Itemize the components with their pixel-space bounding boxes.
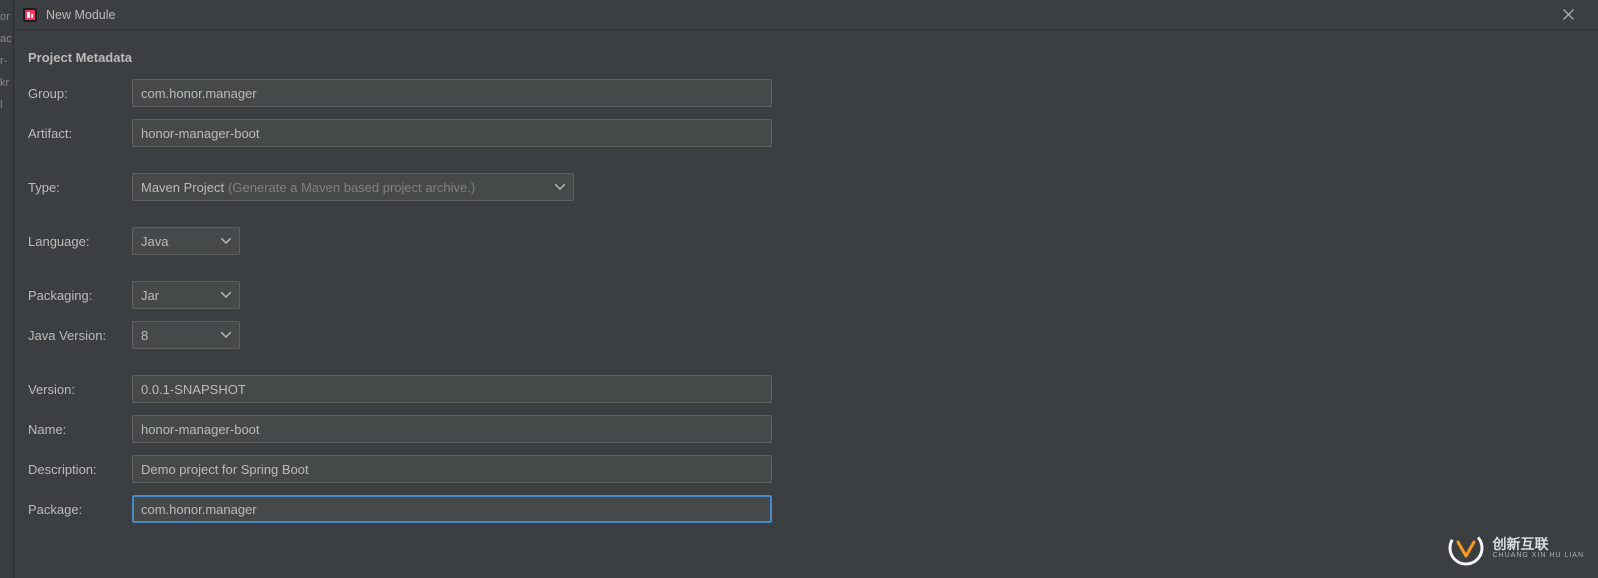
background-editor-gutter: or ac r- kr l <box>0 0 14 578</box>
label-packaging: Packaging: <box>28 288 132 303</box>
gutter-fragment: kr <box>0 72 13 94</box>
gutter-fragment: r- <box>0 50 13 72</box>
chevron-down-icon <box>555 184 565 190</box>
type-select[interactable]: Maven Project (Generate a Maven based pr… <box>132 173 574 201</box>
row-group: Group: <box>28 79 1584 107</box>
label-package: Package: <box>28 502 132 517</box>
version-input[interactable] <box>132 375 772 403</box>
java-version-select[interactable]: 8 <box>132 321 240 349</box>
group-input[interactable] <box>132 79 772 107</box>
dialog-title: New Module <box>46 8 115 22</box>
row-name: Name: <box>28 415 1584 443</box>
label-name: Name: <box>28 422 132 437</box>
close-icon <box>1563 9 1574 20</box>
dialog-titlebar: New Module <box>14 0 1598 30</box>
type-value: Maven Project <box>141 180 224 195</box>
gutter-fragment: ac <box>0 28 13 50</box>
label-artifact: Artifact: <box>28 126 132 141</box>
description-input[interactable] <box>132 455 772 483</box>
label-language: Language: <box>28 234 132 249</box>
row-type: Type: Maven Project (Generate a Maven ba… <box>28 173 1584 201</box>
dialog-content: Project Metadata Group: Artifact: Type: … <box>14 30 1598 549</box>
new-module-dialog: New Module Project Metadata Group: Artif… <box>14 0 1598 578</box>
chevron-down-icon <box>221 292 231 298</box>
row-description: Description: <box>28 455 1584 483</box>
row-packaging: Packaging: Jar <box>28 281 1584 309</box>
gutter-fragment: or <box>0 6 13 28</box>
app-icon <box>22 7 38 23</box>
row-artifact: Artifact: <box>28 119 1584 147</box>
label-java-version: Java Version: <box>28 328 132 343</box>
gutter-fragment: l <box>0 94 13 116</box>
package-input[interactable] <box>132 495 772 523</box>
artifact-input[interactable] <box>132 119 772 147</box>
chevron-down-icon <box>221 332 231 338</box>
language-select[interactable]: Java <box>132 227 240 255</box>
row-version: Version: <box>28 375 1584 403</box>
type-hint: (Generate a Maven based project archive.… <box>228 180 475 195</box>
logo-ring-icon <box>1446 528 1486 568</box>
packaging-value: Jar <box>141 288 159 303</box>
name-input[interactable] <box>132 415 772 443</box>
packaging-select[interactable]: Jar <box>132 281 240 309</box>
label-description: Description: <box>28 462 132 477</box>
close-button[interactable] <box>1546 1 1590 29</box>
watermark-logo: 创新互联 CHUANG XIN HU LIAN <box>1446 528 1584 568</box>
java-version-value: 8 <box>141 328 148 343</box>
chevron-down-icon <box>221 238 231 244</box>
language-value: Java <box>141 234 168 249</box>
logo-main-text: 创新互联 <box>1492 537 1584 552</box>
label-type: Type: <box>28 180 132 195</box>
row-language: Language: Java <box>28 227 1584 255</box>
row-package: Package: <box>28 495 1584 523</box>
label-group: Group: <box>28 86 132 101</box>
label-version: Version: <box>28 382 132 397</box>
section-title: Project Metadata <box>28 50 1584 65</box>
logo-sub-text: CHUANG XIN HU LIAN <box>1492 552 1584 559</box>
row-java-version: Java Version: 8 <box>28 321 1584 349</box>
